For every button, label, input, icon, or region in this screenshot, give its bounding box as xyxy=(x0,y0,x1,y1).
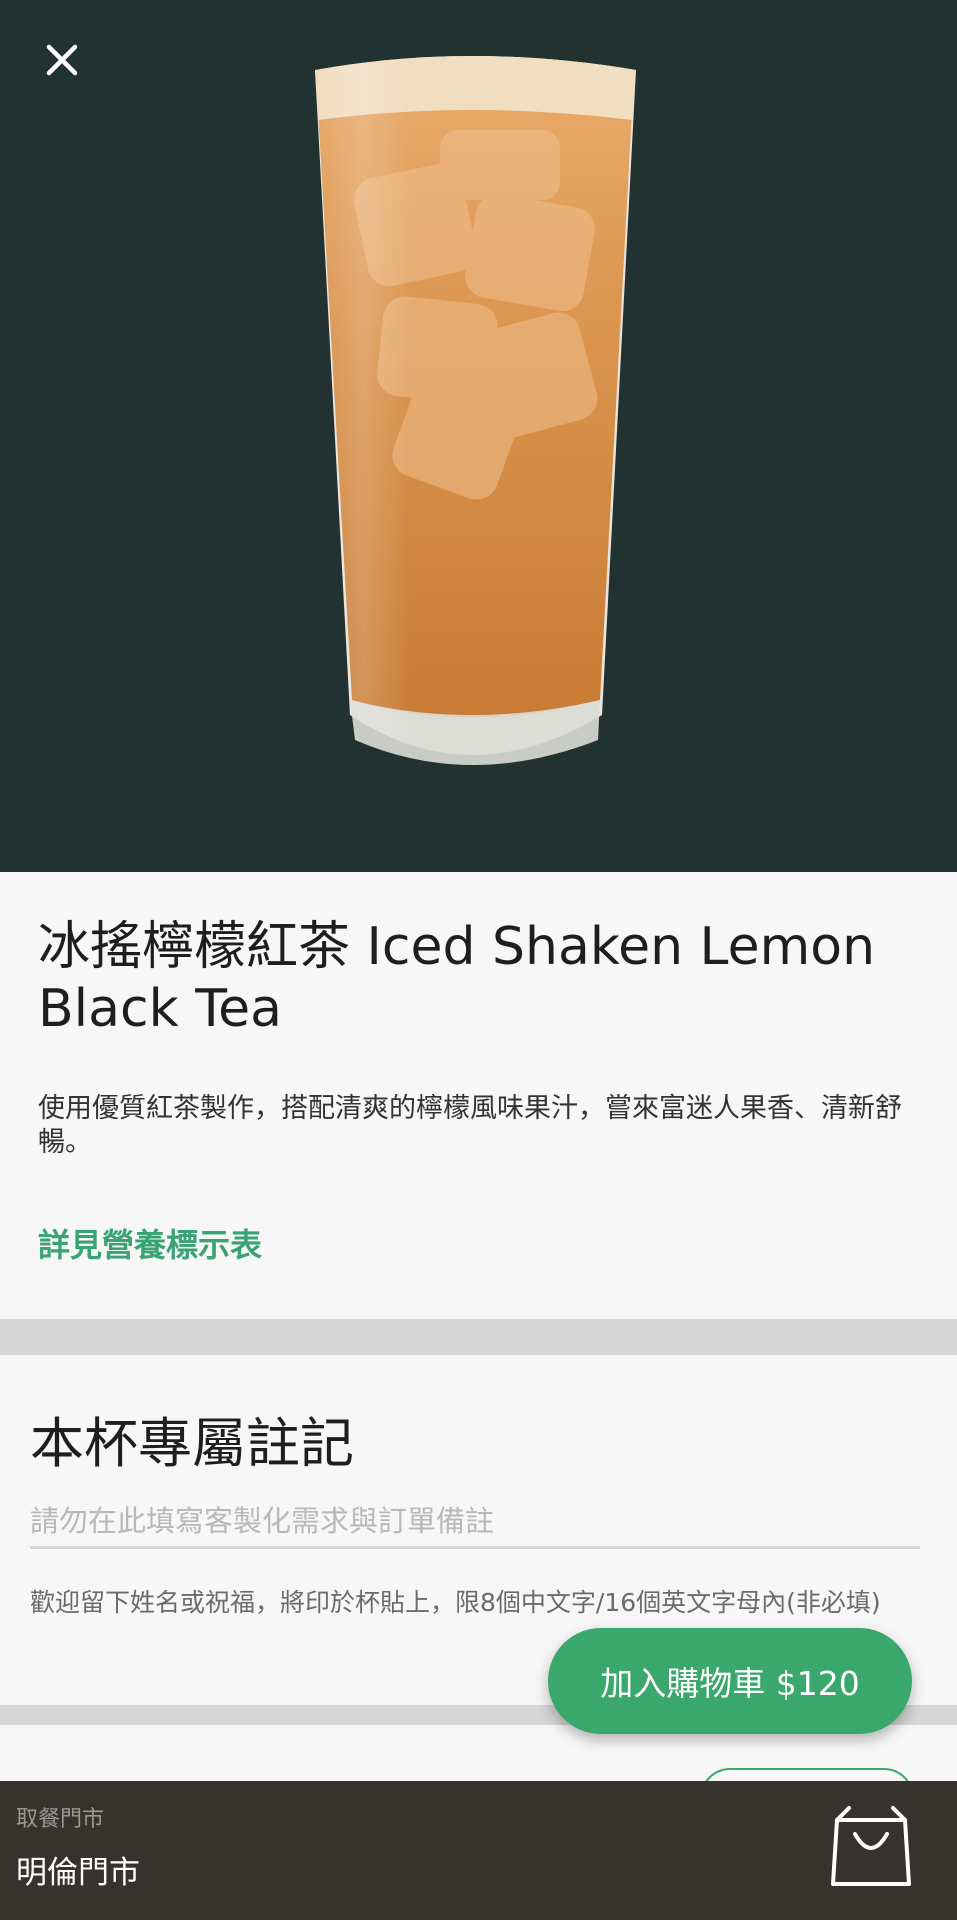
product-image xyxy=(315,56,636,765)
section-divider xyxy=(0,1319,957,1355)
close-icon xyxy=(46,44,78,76)
product-info: 冰搖檸檬紅茶 Iced Shaken Lemon Black Tea 使用優質紅… xyxy=(0,872,957,1319)
add-to-cart-button[interactable]: 加入購物車 $120 xyxy=(548,1628,912,1734)
close-button[interactable] xyxy=(36,34,88,86)
nutrition-link[interactable]: 詳見營養標示表 xyxy=(38,1220,262,1266)
pickup-store-label: 取餐門市 xyxy=(16,1807,105,1832)
product-description: 使用優質紅茶製作，搭配清爽的檸檬風味果汁，嘗來富迷人果香、清新舒暢。 xyxy=(38,1093,902,1158)
product-hero xyxy=(0,0,957,872)
shopping-bag-button[interactable] xyxy=(827,1804,915,1890)
bottom-bar: 取餐門市 明倫門市 xyxy=(0,1781,957,1920)
pickup-store-name[interactable]: 明倫門市 xyxy=(16,1847,140,1892)
note-input[interactable] xyxy=(30,1495,920,1549)
product-title: 冰搖檸檬紅茶 Iced Shaken Lemon Black Tea xyxy=(38,917,876,1039)
shopping-bag-icon xyxy=(831,1806,911,1886)
note-title: 本杯專屬註記 xyxy=(30,1412,354,1475)
note-hint: 歡迎留下姓名或祝福，將印於杯貼上，限8個中文字/16個英文字母內(非必填) xyxy=(30,1588,881,1617)
